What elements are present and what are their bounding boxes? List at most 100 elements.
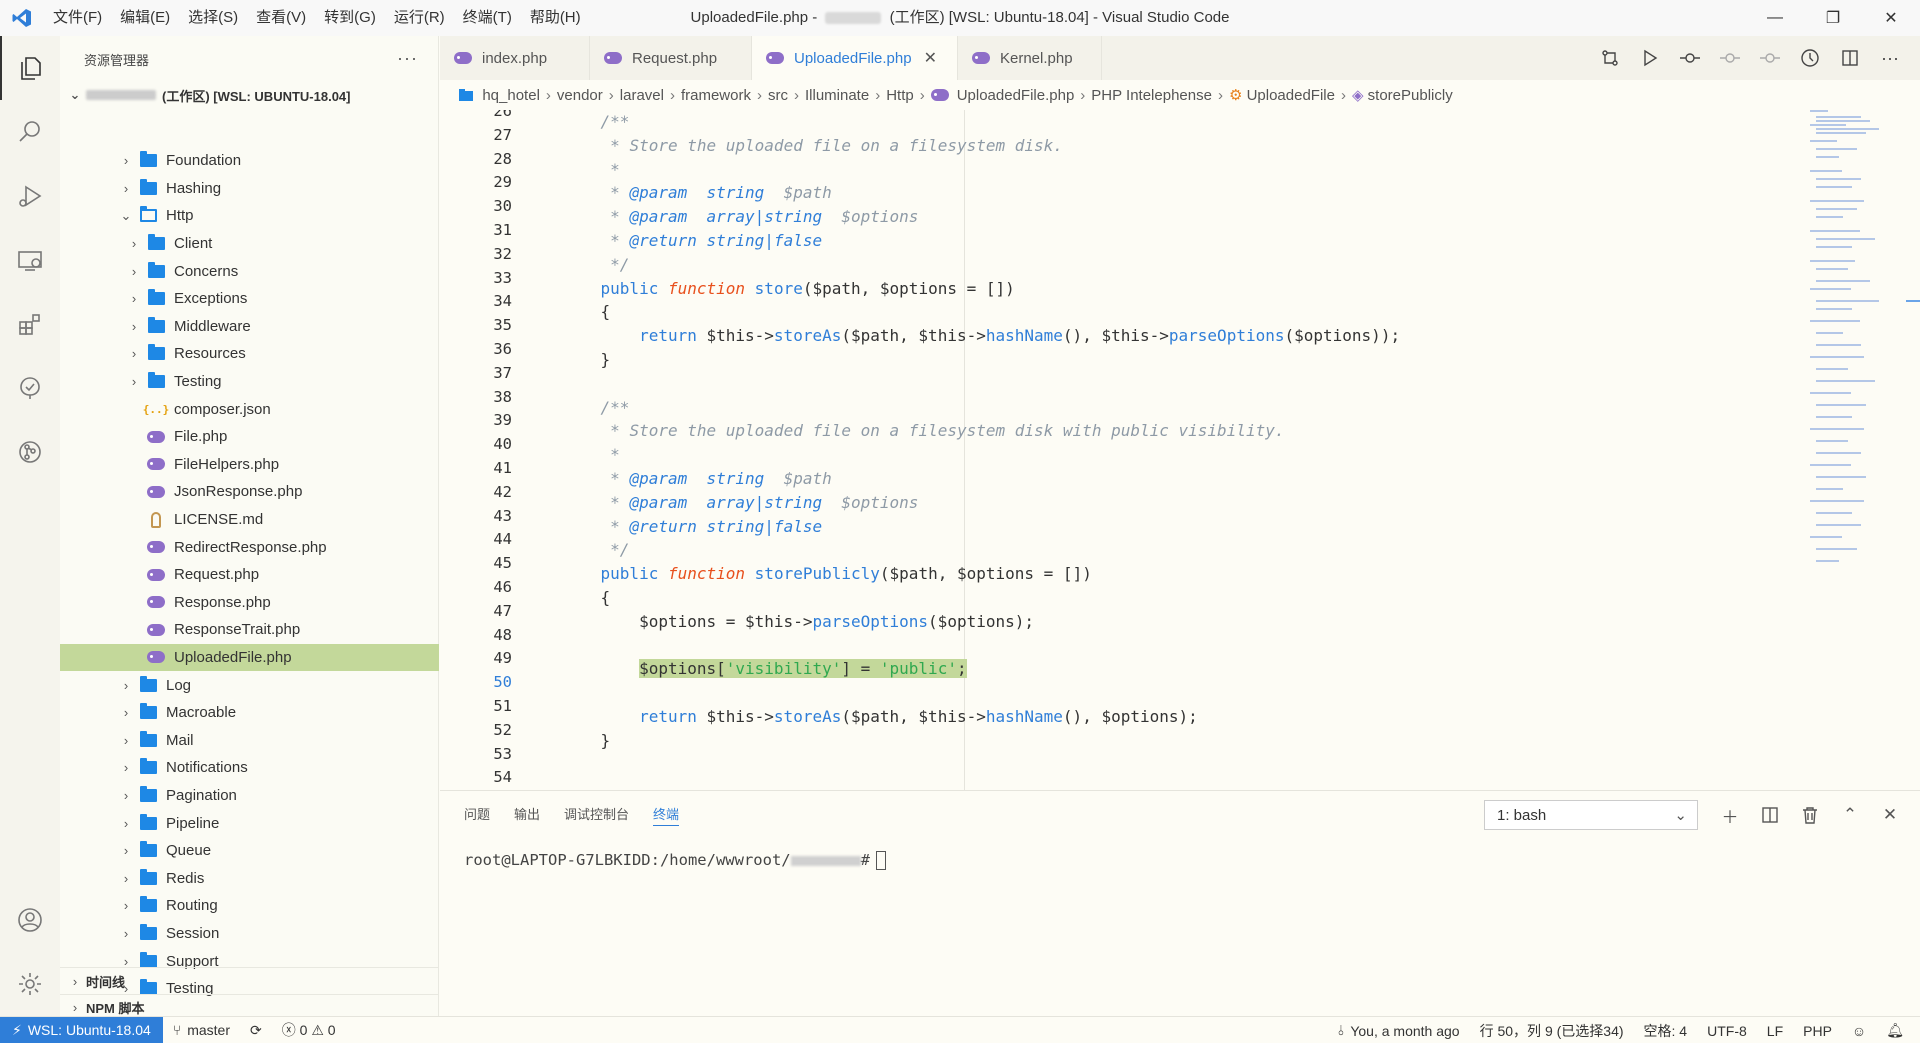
breadcrumb-item[interactable]: storePublicly (1368, 87, 1453, 104)
encoding[interactable]: UTF-8 (1697, 1023, 1757, 1039)
tree-folder[interactable]: › Hashing (60, 175, 439, 203)
menu-selection[interactable]: 选择(S) (179, 0, 247, 36)
breadcrumb-item[interactable]: PHP Intelephense (1091, 87, 1212, 104)
breadcrumb-item[interactable]: framework (681, 87, 751, 104)
tab-debug-console[interactable]: 调试控制台 (564, 791, 629, 839)
maximize-panel-icon[interactable]: ⌃ (1830, 800, 1870, 830)
tree-folder[interactable]: › Resources (60, 340, 439, 368)
terminal-output[interactable]: root@LAPTOP-G7LBKIDD:/home/wwwroot/ # (464, 851, 886, 870)
breadcrumb-item[interactable]: hq_hotel (482, 87, 540, 104)
breadcrumb-item[interactable]: Illuminate (805, 87, 869, 104)
language-mode[interactable]: PHP (1793, 1023, 1842, 1039)
new-terminal-icon[interactable]: ＋ (1710, 800, 1750, 830)
tree-file[interactable]: File.php (60, 423, 439, 451)
tab-terminal[interactable]: 终端 (653, 791, 679, 839)
tree-file[interactable]: UploadedFile.php (60, 643, 439, 672)
tree-folder[interactable]: › Macroable (60, 699, 439, 727)
tree-folder[interactable]: › Redis (60, 864, 439, 892)
tree-folder[interactable]: › Middleware (60, 313, 439, 341)
tree-file[interactable]: JsonResponse.php (60, 478, 439, 506)
breadcrumb-item[interactable]: src (768, 87, 788, 104)
git-graph-icon[interactable] (0, 420, 60, 484)
minimap[interactable] (1806, 110, 1906, 570)
menu-run[interactable]: 运行(R) (385, 0, 454, 36)
breadcrumb-item[interactable]: UploadedFile (1247, 87, 1335, 104)
breadcrumb-item[interactable]: UploadedFile.php (957, 87, 1075, 104)
workspace-root[interactable]: ⌄ (工作区) [WSL: UBUNTU-18.04] (60, 82, 438, 108)
tab-request[interactable]: Request.php (590, 36, 752, 80)
more-actions-icon[interactable]: ··· (397, 48, 418, 69)
menu-edit[interactable]: 编辑(E) (111, 0, 179, 36)
tree-folder[interactable]: › Concerns (60, 257, 439, 285)
feedback-icon[interactable]: ☺ (1842, 1023, 1876, 1039)
tree-file[interactable]: {..} composer.json (60, 395, 439, 423)
testing-icon[interactable] (0, 356, 60, 420)
tree-file[interactable]: Response.php (60, 589, 439, 617)
code-content[interactable]: /** * Store the uploaded file on a files… (562, 110, 1401, 776)
cursor-position[interactable]: 行 50，列 9 (已选择34) (1470, 1021, 1634, 1041)
commit-icon[interactable] (1670, 48, 1710, 68)
tree-folder[interactable]: ⌄ Http (60, 202, 439, 230)
tree-folder[interactable]: › Log (60, 671, 439, 699)
open-changes-icon[interactable] (1590, 48, 1630, 68)
next-change-icon[interactable] (1750, 48, 1790, 68)
git-blame[interactable]: ⫰ You, a month ago (1328, 1022, 1469, 1039)
menu-view[interactable]: 查看(V) (247, 0, 315, 36)
end-of-line[interactable]: LF (1757, 1023, 1793, 1039)
menu-go[interactable]: 转到(G) (315, 0, 385, 36)
tree-folder[interactable]: › Foundation (60, 147, 439, 175)
split-terminal-icon[interactable] (1750, 800, 1790, 830)
search-icon[interactable] (0, 100, 60, 164)
remote-explorer-icon[interactable] (0, 228, 60, 292)
run-debug-icon[interactable] (0, 164, 60, 228)
tree-folder[interactable]: › Pipeline (60, 809, 439, 837)
timeline-section[interactable]: › 时间线 (60, 967, 439, 994)
tree-folder[interactable]: › Testing (60, 368, 439, 396)
kill-terminal-icon[interactable] (1790, 800, 1830, 830)
settings-gear-icon[interactable] (0, 952, 60, 1016)
run-icon[interactable] (1630, 48, 1670, 68)
tree-file[interactable]: Request.php (60, 561, 439, 589)
tab-output[interactable]: 输出 (514, 791, 540, 839)
split-editor-icon[interactable] (1830, 48, 1870, 68)
close-panel-icon[interactable]: ✕ (1870, 800, 1910, 830)
tab-uploadedfile[interactable]: UploadedFile.php ✕ (752, 36, 958, 80)
notifications-bell-icon[interactable]: 🔔︎ (1876, 1022, 1914, 1039)
tree-folder[interactable]: › Mail (60, 726, 439, 754)
git-history-icon[interactable] (1790, 48, 1830, 68)
remote-indicator[interactable]: ⚡ WSL: Ubuntu-18.04 (0, 1016, 163, 1043)
tab-problems[interactable]: 问题 (464, 791, 490, 839)
account-icon[interactable] (0, 888, 60, 952)
problems-indicator[interactable]: ⓧ 0 ⚠ 0 (272, 1020, 346, 1040)
tree-folder[interactable]: › Exceptions (60, 285, 439, 313)
indentation[interactable]: 空格: 4 (1634, 1021, 1698, 1041)
tab-kernel[interactable]: Kernel.php (958, 36, 1102, 80)
tree-folder[interactable]: › Session (60, 920, 439, 948)
menu-terminal[interactable]: 终端(T) (454, 0, 521, 36)
breadcrumb-item[interactable]: Http (886, 87, 914, 104)
tree-folder[interactable]: › Queue (60, 837, 439, 865)
tree-file[interactable]: LICENSE.md (60, 506, 439, 534)
tree-folder[interactable]: › Routing (60, 892, 439, 920)
more-actions-icon[interactable]: ··· (1870, 48, 1910, 69)
close-window-icon[interactable]: ✕ (1862, 0, 1920, 36)
breadcrumb-item[interactable]: laravel (620, 87, 664, 104)
tree-file[interactable]: FileHelpers.php (60, 451, 439, 479)
previous-change-icon[interactable] (1710, 48, 1750, 68)
extensions-icon[interactable] (0, 292, 60, 356)
code-editor[interactable]: 26 27 28 29 30 31 32 33 34 35 36 37 38 39 40 41 42 43 44 45… (440, 110, 1920, 790)
breadcrumb-item[interactable]: vendor (557, 87, 603, 104)
close-tab-icon[interactable]: ✕ (924, 48, 937, 68)
menu-help[interactable]: 帮助(H) (521, 0, 590, 36)
git-branch[interactable]: ⑂ master (163, 1022, 240, 1038)
tree-folder[interactable]: › Client (60, 230, 439, 258)
minimize-icon[interactable]: — (1746, 0, 1804, 36)
tab-index[interactable]: index.php (440, 36, 590, 80)
tree-folder[interactable]: › Notifications (60, 754, 439, 782)
terminal-select[interactable]: 1: bash ⌄ (1484, 800, 1698, 830)
tree-folder[interactable]: › Pagination (60, 782, 439, 810)
restore-icon[interactable]: ❐ (1804, 0, 1862, 36)
menu-file[interactable]: 文件(F) (44, 0, 111, 36)
explorer-icon[interactable] (0, 36, 60, 100)
tree-file[interactable]: ResponseTrait.php (60, 616, 439, 644)
